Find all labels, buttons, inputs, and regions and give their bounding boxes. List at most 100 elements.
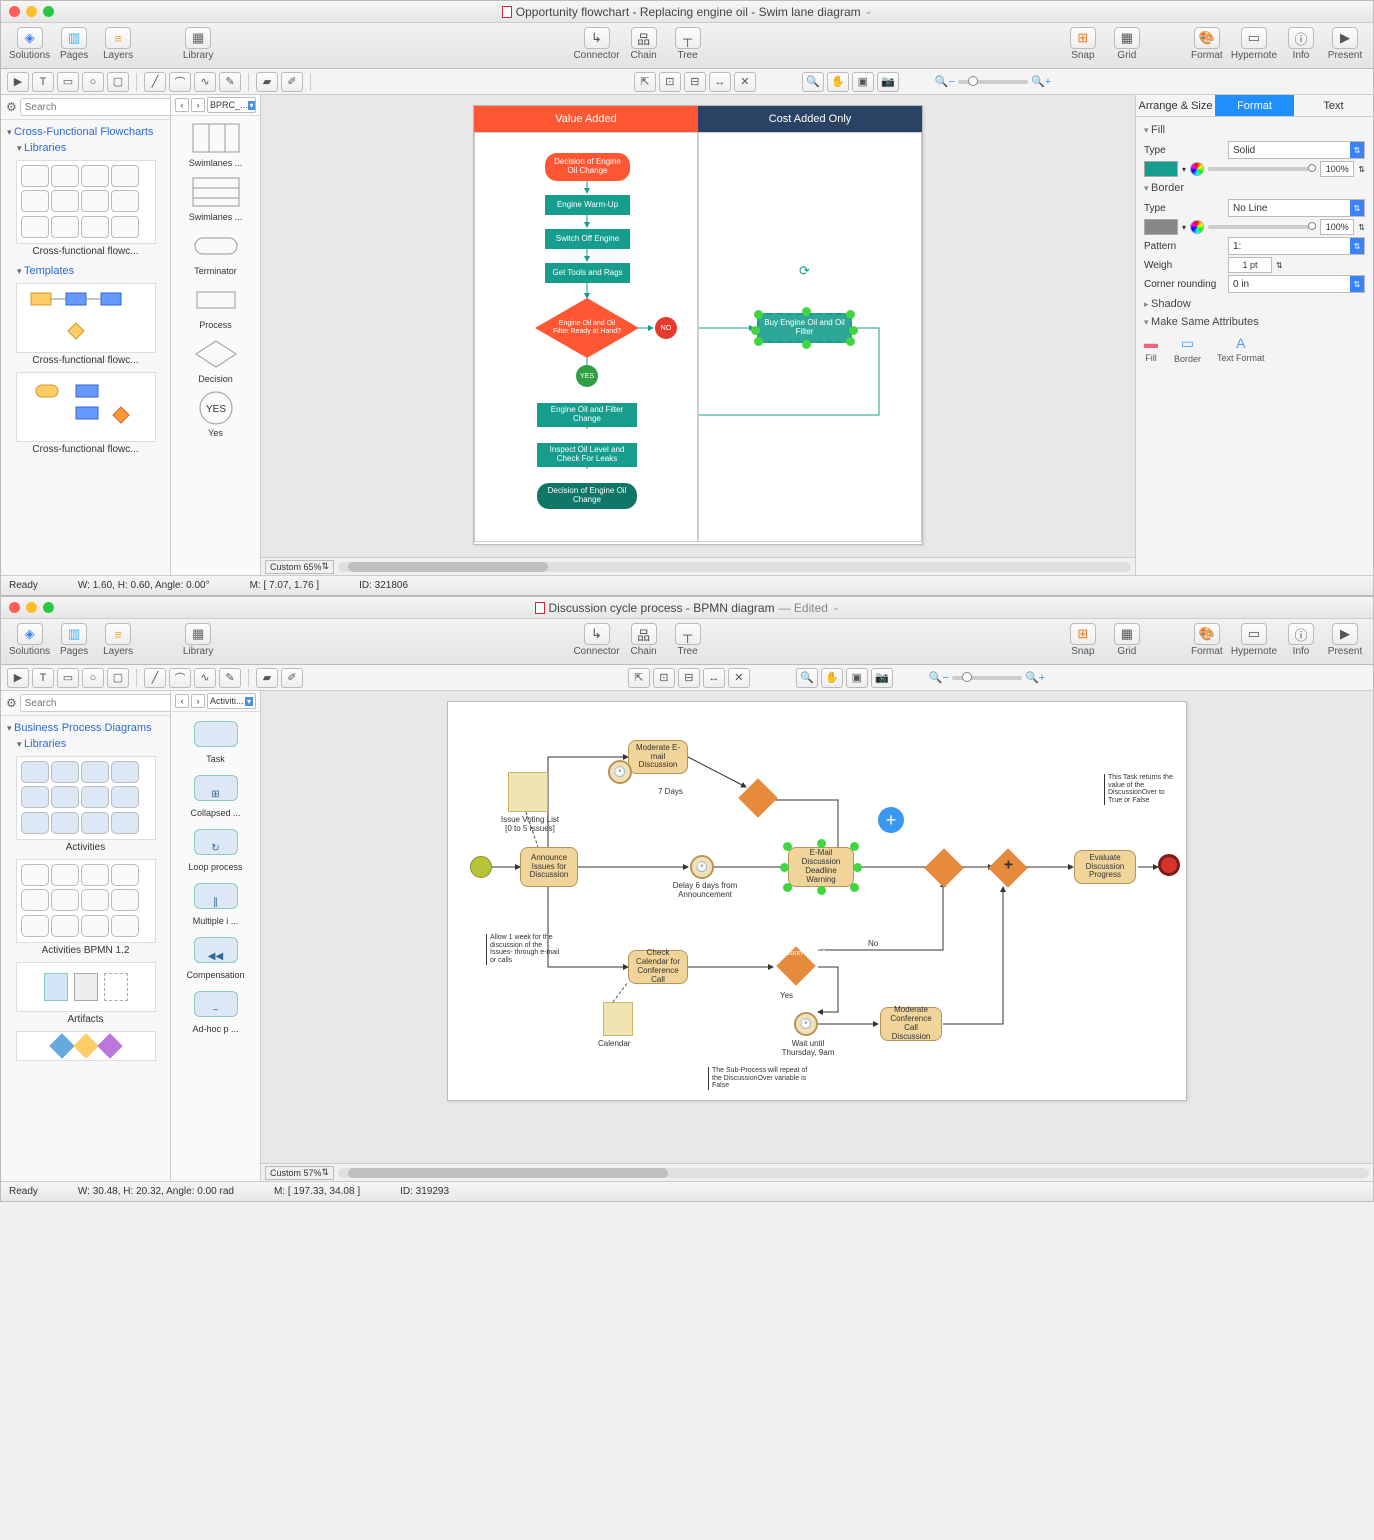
snap-button[interactable]: ⊞Snap [1063,27,1103,61]
data-object-voting-list[interactable] [508,772,548,812]
rect-tool[interactable]: ▭ [57,668,79,688]
pages-button[interactable]: ▥Pages [54,623,94,657]
align-tool-1[interactable]: ⇱ [628,668,650,688]
task-moderate-call[interactable]: Moderate Conference Call Discussion [880,1007,942,1041]
template-thumb-2[interactable] [16,372,156,442]
bucket-tool[interactable]: ▰ [256,72,278,92]
shape-library-select[interactable]: BPRC_... [207,97,256,113]
titlebar[interactable]: Discussion cycle process - BPMN diagram … [1,597,1373,619]
nav-back-button[interactable]: ‹ [175,98,189,112]
gear-icon[interactable]: ⚙ [6,100,17,114]
bpmn-start-event[interactable] [470,856,492,878]
data-object-calendar[interactable] [603,1002,633,1036]
libraries-node[interactable]: Libraries [7,140,164,156]
node-switch-off[interactable]: Switch Off Engine [545,229,630,249]
spline-tool[interactable]: ∿ [194,668,216,688]
timer-delay-icon[interactable]: 🕐 [690,855,714,879]
zoom-slider[interactable] [952,676,1022,680]
zoom-out-icon[interactable]: 🔍− [929,671,949,684]
shape-loop[interactable]: ↻Loop process [175,824,256,872]
templates-node[interactable]: Templates [7,263,164,279]
zoom-slider[interactable] [958,80,1028,84]
tab-arrange[interactable]: Arrange & Size [1136,95,1215,117]
section-bpd[interactable]: Business Process Diagrams [7,720,164,736]
eyedropper-tool[interactable]: ✐ [281,668,303,688]
task-check-calendar[interactable]: Check Calendar for Conference Call [628,950,688,984]
present-button[interactable]: ▶Present [1325,623,1365,657]
section-cross-functional[interactable]: Cross-Functional Flowcharts [7,124,164,140]
border-type-select[interactable]: No Line [1228,199,1365,217]
align-tool-5[interactable]: ✕ [728,668,750,688]
template-thumb-1[interactable] [16,283,156,353]
zoom-value[interactable]: Custom 65% ⇅ [265,560,334,574]
tab-format[interactable]: Format [1215,95,1294,117]
library-thumb-1[interactable] [16,160,156,244]
chevron-down-icon[interactable]: ⌄ [832,602,840,613]
node-get-tools[interactable]: Get Tools and Rags [545,263,630,283]
pan-tool[interactable]: ✋ [821,668,843,688]
grid-button[interactable]: ▦Grid [1107,623,1147,657]
align-tool-3[interactable]: ⊟ [684,72,706,92]
library-button[interactable]: ▦Library [178,623,218,657]
shape-task[interactable]: Task [175,716,256,764]
align-tool-5[interactable]: ✕ [734,72,756,92]
gateway-parallel[interactable] [988,848,1028,888]
zoom-in-icon[interactable]: 🔍+ [1031,75,1051,88]
library-thumb-artifacts[interactable] [16,962,156,1012]
task-announce[interactable]: Announce Issues for Discussion [520,847,578,887]
spline-tool[interactable]: ∿ [194,72,216,92]
tab-text[interactable]: Text [1294,95,1373,117]
text-tool[interactable]: T [32,668,54,688]
shape-process[interactable]: Process [175,282,256,330]
canvas-area[interactable]: Announce Issues for Discussion Issue Vot… [261,691,1373,1181]
tree-button[interactable]: ┬Tree [668,623,708,657]
add-button[interactable]: + [878,807,904,833]
zoom-in-icon[interactable]: 🔍+ [1025,671,1045,684]
fill-opacity-value[interactable]: 100% [1320,161,1354,177]
tree-button[interactable]: ┬Tree [668,27,708,61]
connector-button[interactable]: ↳Connector [573,623,619,657]
grid-button[interactable]: ▦Grid [1107,27,1147,61]
titlebar[interactable]: Opportunity flowchart - Replacing engine… [1,1,1373,23]
rrect-tool[interactable]: ▢ [107,72,129,92]
h-scrollbar[interactable] [338,562,1131,572]
same-text-button[interactable]: AText Format [1217,335,1265,364]
camera-tool[interactable]: 📷 [877,72,899,92]
stamp-tool[interactable]: ▣ [846,668,868,688]
info-button[interactable]: ⓘInfo [1281,27,1321,61]
connector-button[interactable]: ↳Connector [573,27,619,61]
task-evaluate[interactable]: Evaluate Discussion Progress [1074,850,1136,884]
stamp-tool[interactable]: ▣ [852,72,874,92]
canvas-page[interactable]: Announce Issues for Discussion Issue Vot… [447,701,1187,1101]
chevron-down-icon[interactable]: ⌄ [865,6,873,17]
hypernote-button[interactable]: ▭Hypernote [1231,623,1277,657]
node-change[interactable]: Engine Oil and Filter Change [537,403,637,427]
canvas-area[interactable]: Value Added Cost Added Only [261,95,1135,575]
pen-tool[interactable]: ✎ [219,668,241,688]
format-button[interactable]: 🎨Format [1187,623,1227,657]
layers-button[interactable]: ≡Layers [98,27,138,61]
bpmn-end-event[interactable] [1158,854,1180,876]
gateway-merge-top[interactable] [738,778,778,818]
align-tool-2[interactable]: ⊡ [659,72,681,92]
shape-swimlanes-h[interactable]: Swimlanes ... [175,174,256,222]
format-button[interactable]: 🎨Format [1187,27,1227,61]
shape-library-select[interactable]: Activiti... [207,693,256,709]
border-color-swatch[interactable] [1144,219,1178,235]
shape-decision[interactable]: Decision [175,336,256,384]
rect-tool[interactable]: ▭ [57,72,79,92]
nav-fwd-button[interactable]: › [191,98,205,112]
gear-icon[interactable]: ⚙ [6,696,17,710]
border-opacity-slider[interactable] [1208,225,1316,229]
gateway-merge-mid[interactable] [924,848,964,888]
fill-type-select[interactable]: Solid [1228,141,1365,159]
fill-color-swatch[interactable] [1144,161,1178,177]
section-fill[interactable]: Fill [1144,121,1365,139]
eyedropper-tool[interactable]: ✐ [281,72,303,92]
pointer-tool[interactable]: ▶ [7,668,29,688]
arc-tool[interactable]: ⌒ [169,668,191,688]
border-opacity-value[interactable]: 100% [1320,219,1354,235]
bucket-tool[interactable]: ▰ [256,668,278,688]
align-tool-1[interactable]: ⇱ [634,72,656,92]
pages-button[interactable]: ▥Pages [54,27,94,61]
